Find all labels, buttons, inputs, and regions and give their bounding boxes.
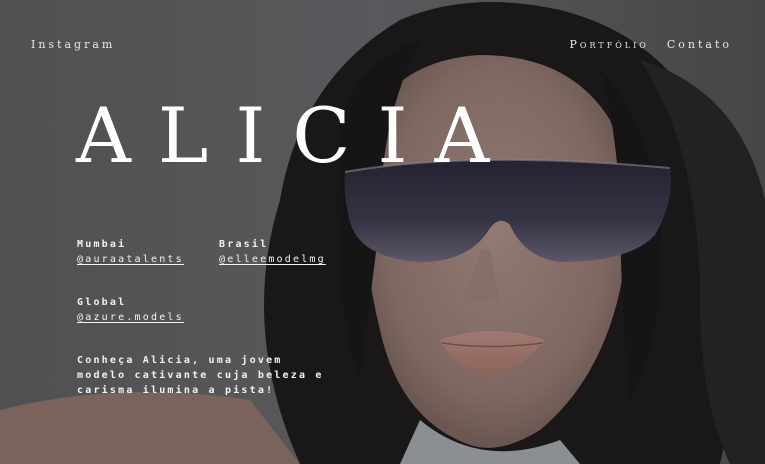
nav-contact-link[interactable]: Contato — [667, 38, 732, 51]
agency-handle-link[interactable]: @elleemodelmg — [219, 252, 326, 267]
model-name-title: ALICIA — [76, 91, 517, 180]
agency-global: Global @azure.models — [77, 295, 184, 325]
agency-city: Global — [77, 297, 127, 308]
agency-city: Mumbai — [77, 239, 127, 250]
agency-handle-link[interactable]: @auraatalents — [77, 252, 184, 267]
nav-portfolio-link[interactable]: Portfólio — [570, 38, 649, 51]
top-nav: Portfólio Contato — [570, 38, 732, 51]
agency-mumbai: Mumbai @auraatalents — [77, 237, 184, 267]
agency-city: Brasil — [219, 239, 269, 250]
nav-instagram-link[interactable]: Instagram — [31, 38, 115, 51]
model-description: Conheça Alicia, uma jovem modelo cativan… — [77, 355, 324, 396]
agency-brasil: Brasil @elleemodelmg — [219, 237, 326, 267]
agency-handle-link[interactable]: @azure.models — [77, 310, 184, 325]
hero-section: Instagram Portfólio Contato ALICIA Mumba… — [0, 0, 765, 464]
